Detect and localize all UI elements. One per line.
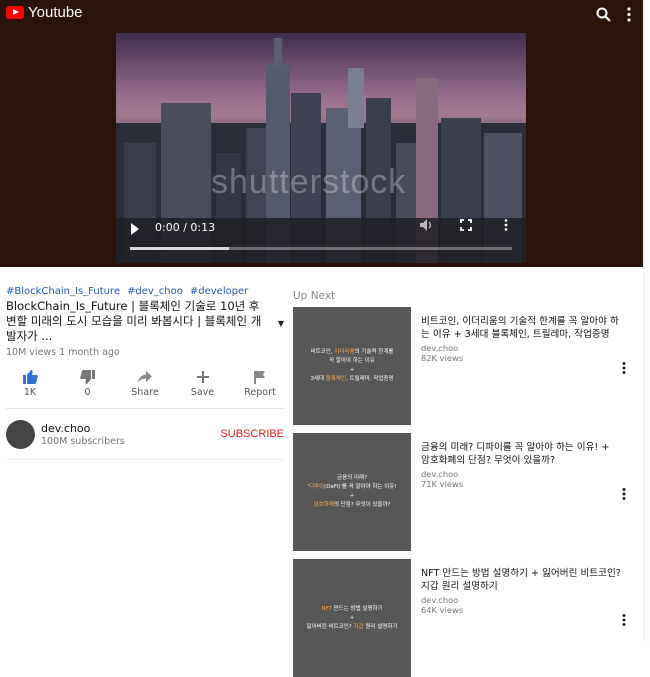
subscribe-button[interactable]: SUBSCRIBE: [220, 428, 284, 440]
plus-icon: [179, 368, 227, 386]
share-button[interactable]: Share: [121, 368, 169, 398]
dislike-button[interactable]: 0: [64, 368, 112, 398]
channel-name[interactable]: dev.choo: [41, 422, 125, 435]
share-icon: [121, 368, 169, 386]
hashtag-link[interactable]: #dev_choo: [127, 286, 183, 297]
top-bar: Youtube shutterstock 0:00 / 0:13: [0, 0, 650, 267]
volume-icon[interactable]: [419, 219, 435, 235]
save-label: Save: [190, 387, 215, 398]
thumbs-down-icon: [64, 368, 112, 386]
video-thumbnail[interactable]: 금융의 미래? '디파이(DeFi)'를 꼭 알아야 하는 이유! + 암호화폐…: [293, 433, 411, 551]
video-title[interactable]: 비트코인, 이더리움의 기술적 한계를 꼭 알아야 하는 이유 + 3세대 블록…: [421, 315, 621, 341]
youtube-icon: [6, 6, 24, 19]
video-meta: 10M views 1 month ago: [6, 347, 120, 358]
divider: [6, 459, 284, 460]
more-vertical-icon[interactable]: [620, 5, 638, 23]
video-thumbnail[interactable]: 비트코인, 이더리움의 기술적 한계를 꼭 알아야 하는 이유 + 3세대 블록…: [293, 307, 411, 425]
save-button[interactable]: Save: [179, 368, 227, 398]
youtube-logo[interactable]: Youtube: [6, 4, 83, 21]
share-label: Share: [131, 387, 159, 398]
app-title: Youtube: [28, 4, 83, 21]
hashtag-link[interactable]: #developer: [190, 286, 248, 297]
watermark: shutterstock: [211, 163, 407, 201]
video-details: #BlockChain_Is_Future #dev_choo #developer…: [6, 286, 284, 460]
divider: [6, 408, 284, 409]
report-label: Report: [244, 387, 276, 398]
search-icon[interactable]: [594, 5, 612, 23]
scrollbar[interactable]: [643, 0, 650, 641]
dislike-count: 0: [84, 387, 91, 398]
view-count: 64K views: [421, 605, 464, 615]
progress-fill: [130, 247, 230, 250]
channel-row: dev.choo 100M subscribers SUBSCRIBE: [6, 420, 284, 449]
player-controls: 0:00 / 0:13: [116, 213, 526, 263]
play-icon[interactable]: [131, 223, 139, 235]
flag-icon: [236, 368, 284, 386]
report-button[interactable]: Report: [236, 368, 284, 398]
progress-bar[interactable]: [130, 247, 512, 250]
action-bar: 1K 0 Share Save Report: [6, 368, 284, 398]
subscriber-count: 100M subscribers: [41, 436, 125, 447]
player-more-icon[interactable]: [498, 219, 514, 235]
expand-description-icon[interactable]: ▼: [278, 319, 284, 344]
video-thumbnail[interactable]: NFT 만드는 방법 설명하기 + 잃어버린 비트코인? 지갑 원리 설명하기: [293, 559, 411, 677]
view-count: 71K views: [421, 479, 464, 489]
up-next-label: Up Next: [293, 290, 336, 302]
more-vertical-icon[interactable]: [622, 359, 628, 378]
player-time: 0:00 / 0:13: [155, 221, 216, 234]
video-title[interactable]: NFT 만드는 방법 설명하기 + 잃어버린 비트코인? 지갑 원리 설명하기: [421, 567, 621, 593]
up-next-item[interactable]: NFT 만드는 방법 설명하기 + 잃어버린 비트코인? 지갑 원리 설명하기 …: [293, 559, 638, 677]
more-vertical-icon[interactable]: [622, 485, 628, 504]
hashtag-link[interactable]: #BlockChain_Is_Future: [6, 286, 120, 297]
more-vertical-icon[interactable]: [622, 611, 628, 630]
video-title[interactable]: 금융의 미래? 디파이를 꼭 알아야 하는 이유! + 암호화폐의 단점? 무엇…: [421, 441, 621, 467]
up-next-item[interactable]: 금융의 미래? '디파이(DeFi)'를 꼭 알아야 하는 이유! + 암호화폐…: [293, 433, 638, 551]
channel-name: dev.choo: [421, 343, 459, 353]
channel-name: dev.choo: [421, 469, 459, 479]
video-title: BlockChain_Is_Future | 블록체인 기술로 10년 후 변할…: [6, 299, 262, 343]
view-count: 82K views: [421, 353, 464, 363]
video-player[interactable]: shutterstock 0:00 / 0:13: [116, 33, 526, 263]
up-next-item[interactable]: 비트코인, 이더리움의 기술적 한계를 꼭 알아야 하는 이유 + 3세대 블록…: [293, 307, 638, 425]
channel-name: dev.choo: [421, 595, 459, 605]
thumbs-up-icon: [6, 368, 54, 386]
channel-avatar[interactable]: [6, 420, 35, 449]
like-button[interactable]: 1K: [6, 368, 54, 398]
like-count: 1K: [23, 387, 37, 398]
fullscreen-icon[interactable]: [458, 219, 474, 235]
hashtag-list: #BlockChain_Is_Future #dev_choo #developer: [6, 286, 284, 297]
